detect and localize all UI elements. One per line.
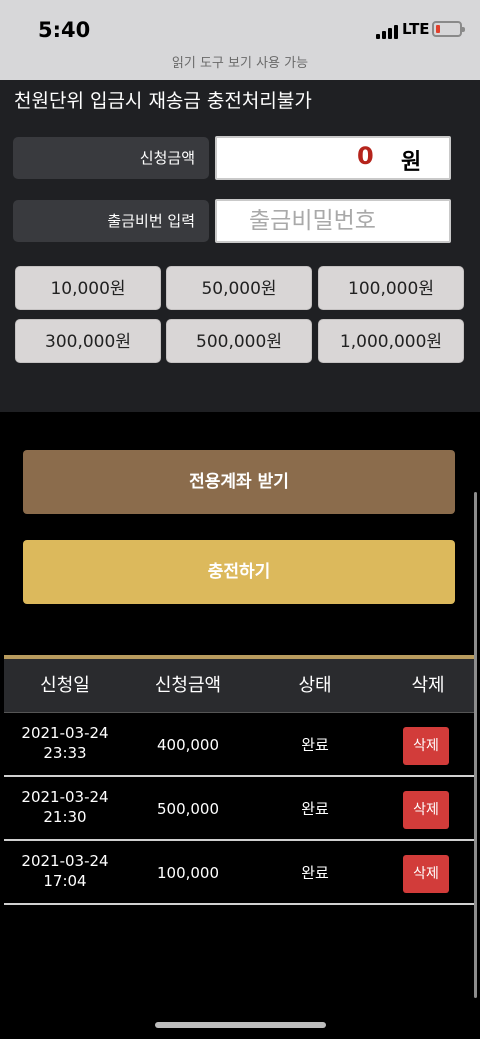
reader-view-hint[interactable]: 읽기 도구 보기 사용 가능 bbox=[0, 52, 480, 71]
row-date-time: 17:04 bbox=[43, 872, 87, 890]
network-type: LTE bbox=[402, 20, 430, 38]
withdraw-password-input[interactable] bbox=[217, 201, 449, 241]
table-header: 신청일 신청금액 상태 삭제 bbox=[4, 659, 476, 713]
charge-button[interactable]: 충전하기 bbox=[23, 540, 455, 604]
amount-value: 0 bbox=[357, 142, 374, 170]
password-field[interactable] bbox=[215, 199, 451, 243]
get-dedicated-account-button[interactable]: 전용계좌 받기 bbox=[23, 450, 455, 514]
row-status: 완료 bbox=[301, 736, 329, 754]
header-amount: 신청금액 bbox=[154, 675, 222, 696]
row-date: 2021-03-24 21:30 bbox=[4, 787, 126, 827]
amount-button-50000[interactable]: 50,000원 bbox=[166, 266, 312, 310]
row-date-time: 21:30 bbox=[43, 808, 87, 826]
header-date: 신청일 bbox=[40, 675, 90, 696]
row-amount: 100,000 bbox=[156, 864, 220, 882]
amount-button-100000[interactable]: 100,000원 bbox=[318, 266, 464, 310]
row-status: 완료 bbox=[301, 864, 329, 882]
row-date-day: 2021-03-24 bbox=[21, 724, 109, 742]
header-delete: 삭제 bbox=[411, 675, 445, 696]
table-row: 2021-03-24 23:33 400,000 완료 삭제 bbox=[4, 713, 476, 777]
table-row: 2021-03-24 21:30 500,000 완료 삭제 bbox=[4, 777, 476, 841]
amount-button-500000[interactable]: 500,000원 bbox=[166, 319, 312, 363]
amount-button-300000[interactable]: 300,000원 bbox=[15, 319, 161, 363]
amount-button-10000[interactable]: 10,000원 bbox=[15, 266, 161, 310]
notice-text: 천원단위 입금시 재송금 충전처리불가 bbox=[14, 90, 312, 112]
amount-button-1000000[interactable]: 1,000,000원 bbox=[318, 319, 464, 363]
status-bar: 5:40 LTE 읽기 도구 보기 사용 가능 bbox=[0, 0, 480, 80]
row-date-day: 2021-03-24 bbox=[21, 788, 109, 806]
row-amount: 500,000 bbox=[156, 800, 220, 818]
delete-button[interactable]: 삭제 bbox=[403, 727, 449, 765]
scrollbar[interactable] bbox=[474, 492, 477, 998]
amount-label: 신청금액 bbox=[13, 137, 209, 179]
clock: 5:40 bbox=[38, 18, 91, 42]
charge-form-panel: 천원단위 입금시 재송금 충전처리불가 신청금액 0 원 출금비번 입력 10,… bbox=[0, 80, 480, 412]
row-status: 완료 bbox=[301, 800, 329, 818]
delete-button[interactable]: 삭제 bbox=[403, 855, 449, 893]
row-amount: 400,000 bbox=[156, 736, 220, 754]
amount-unit: 원 bbox=[401, 150, 422, 175]
password-label: 출금비번 입력 bbox=[13, 200, 209, 242]
delete-button[interactable]: 삭제 bbox=[403, 791, 449, 829]
cellular-signal-icon bbox=[376, 25, 398, 39]
charge-history-table: 신청일 신청금액 상태 삭제 2021-03-24 23:33 400,000 … bbox=[4, 655, 476, 905]
home-indicator[interactable] bbox=[155, 1022, 326, 1028]
battery-icon bbox=[432, 21, 465, 37]
row-date-time: 23:33 bbox=[43, 744, 87, 762]
row-date: 2021-03-24 17:04 bbox=[4, 851, 126, 891]
amount-field[interactable]: 0 원 bbox=[215, 136, 451, 180]
table-row: 2021-03-24 17:04 100,000 완료 삭제 bbox=[4, 841, 476, 905]
row-date: 2021-03-24 23:33 bbox=[4, 723, 126, 763]
header-status: 상태 bbox=[298, 675, 332, 696]
row-date-day: 2021-03-24 bbox=[21, 852, 109, 870]
